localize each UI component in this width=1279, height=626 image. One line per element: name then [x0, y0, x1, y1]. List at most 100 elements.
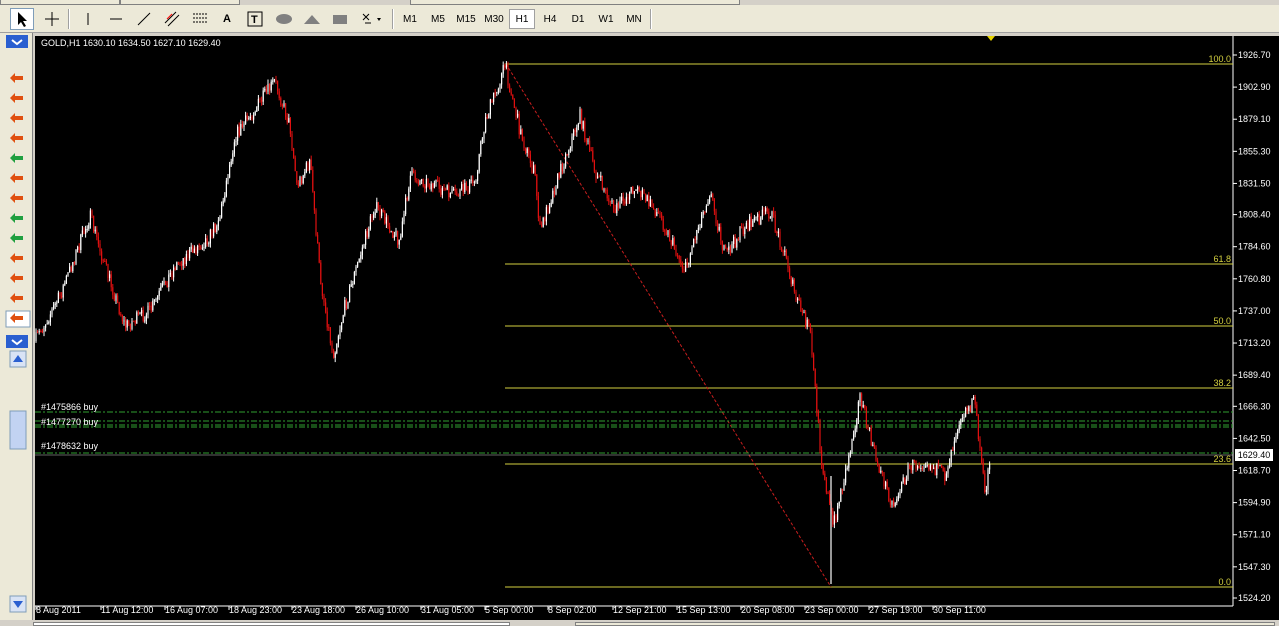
time-label: 15 Sep 13:00: [677, 605, 731, 615]
timeframe-m30[interactable]: M30: [481, 9, 507, 29]
crosshair-icon: [45, 12, 59, 26]
candle-body: [744, 228, 746, 234]
candle-body: [609, 201, 611, 203]
candle-body: [501, 73, 503, 85]
signal-icon[interactable]: [9, 251, 25, 265]
triangle-button[interactable]: [300, 8, 324, 30]
candle-body: [477, 171, 479, 181]
signal-icon[interactable]: [9, 111, 25, 125]
timeframe-m1[interactable]: M1: [397, 9, 423, 29]
timeframe-d1[interactable]: D1: [565, 9, 591, 29]
chart-tab[interactable]: [575, 622, 1275, 626]
candle-body: [145, 314, 147, 321]
candle-body: [129, 323, 131, 329]
signal-icon[interactable]: [9, 191, 25, 205]
cursor-tool-button[interactable]: [10, 8, 34, 30]
candle-body: [357, 262, 359, 267]
candle-body: [313, 191, 315, 211]
candle-body: [286, 117, 288, 123]
fibonacci-button[interactable]: [188, 8, 212, 30]
candle-body: [838, 501, 840, 506]
toolbar-separator: [392, 9, 394, 29]
signal-icon[interactable]: [9, 131, 25, 145]
candle-body: [723, 245, 725, 250]
rectangle-button[interactable]: [328, 8, 352, 30]
horizontal-line-button[interactable]: [104, 8, 128, 30]
price-label: 1879.10: [1238, 114, 1271, 124]
chart-canvas[interactable]: 1926.70 1902.90 1879.10 1855.30 1831.50 1808.…: [35, 36, 1279, 620]
signal-icon[interactable]: [9, 171, 25, 185]
candle-body: [566, 153, 568, 155]
candle-body: [142, 310, 144, 321]
price-chart[interactable]: 1926.70 1902.90 1879.10 1855.30 1831.50 1808.…: [35, 36, 1279, 620]
candle-body: [627, 196, 629, 200]
signal-icon[interactable]: [9, 91, 25, 105]
candle-body: [641, 189, 643, 198]
chart-tab[interactable]: [33, 622, 510, 626]
candle-body: [137, 312, 139, 314]
text-label-button[interactable]: T: [244, 8, 266, 30]
signal-icon[interactable]: [9, 311, 25, 325]
timeframe-m15[interactable]: M15: [453, 9, 479, 29]
timeframe-w1[interactable]: W1: [593, 9, 619, 29]
price-label: 1784.60: [1238, 242, 1271, 252]
candle-body: [67, 272, 69, 276]
channel-button[interactable]: [160, 8, 184, 30]
candle-body: [93, 215, 95, 232]
text-tool-button[interactable]: A: [216, 8, 238, 30]
signal-icon[interactable]: [9, 71, 25, 85]
candle-body: [893, 500, 895, 507]
candle-body: [685, 262, 687, 272]
candle-body: [717, 223, 719, 231]
candle-body: [136, 312, 138, 324]
candle-body: [721, 240, 723, 250]
signal-icon[interactable]: [9, 291, 25, 305]
candle-body: [425, 178, 427, 189]
candle-body: [701, 214, 703, 228]
signal-icon[interactable]: [9, 271, 25, 285]
signal-icon[interactable]: [9, 211, 25, 225]
candle-body: [904, 477, 906, 484]
arrows-dropdown-button[interactable]: [356, 8, 386, 30]
vertical-line-button[interactable]: [76, 8, 100, 30]
candle-body: [979, 439, 981, 448]
candle-body: [617, 203, 619, 208]
trendline-button[interactable]: [132, 8, 156, 30]
timeframe-m5[interactable]: M5: [425, 9, 451, 29]
candle-body: [881, 470, 883, 473]
signal-icon[interactable]: [9, 231, 25, 245]
candle-body: [707, 202, 709, 206]
candle-body: [832, 511, 834, 525]
current-price-badge: 1629.40: [1235, 449, 1273, 461]
timeframe-h1[interactable]: H1: [509, 9, 535, 29]
candle-body: [126, 320, 128, 328]
candle-body: [414, 172, 416, 181]
candle-body: [934, 467, 936, 475]
candle-body: [795, 291, 797, 301]
timeframe-mn[interactable]: MN: [621, 9, 647, 29]
candle-body: [350, 284, 352, 287]
candle-body: [409, 175, 411, 189]
signal-icon[interactable]: [9, 151, 25, 165]
time-label: 31 Aug 05:00: [421, 605, 474, 615]
ellipse-button[interactable]: [272, 8, 296, 30]
candle-body: [673, 238, 675, 250]
candle-body: [120, 314, 122, 316]
candle-body: [401, 221, 403, 237]
candle-body: [766, 208, 768, 212]
candle-body: [121, 315, 123, 322]
candle-body: [553, 190, 555, 195]
candle-body: [750, 216, 752, 227]
candle-body: [62, 285, 64, 298]
candle-body: [923, 467, 925, 469]
crosshair-tool-button[interactable]: [40, 8, 64, 30]
candle-body: [387, 217, 389, 226]
candle-body: [761, 209, 763, 218]
candle-body: [953, 441, 955, 451]
candle-body: [965, 408, 967, 417]
timeframe-h4[interactable]: H4: [537, 9, 563, 29]
candle-body: [185, 254, 187, 265]
candle-body: [854, 428, 856, 435]
time-label: 8 Sep 02:00: [548, 605, 597, 615]
candle-body: [525, 147, 527, 153]
